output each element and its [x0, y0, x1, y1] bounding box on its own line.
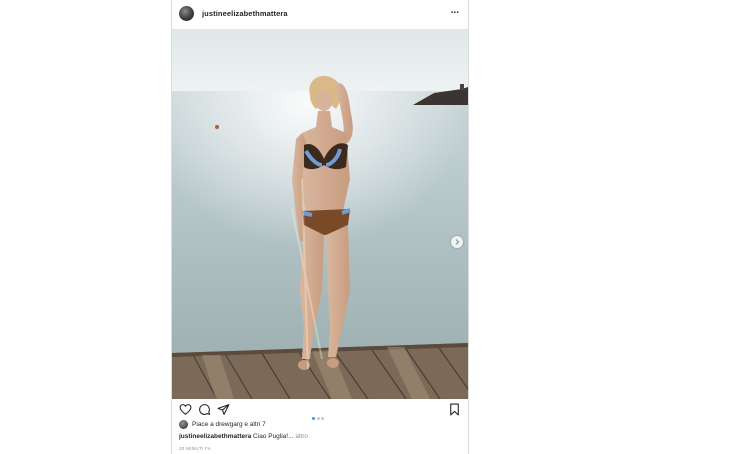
- post-timestamp[interactable]: 20 MINUTI FA: [179, 446, 211, 451]
- instagram-post: justineelizabethmattera ... Piace a drew…: [171, 0, 469, 454]
- likes-text[interactable]: Piace a drewgarg e altri 7: [192, 421, 266, 428]
- post-actions: [172, 401, 468, 420]
- carousel-dot: [312, 417, 315, 420]
- caption-username[interactable]: justineelizabethmattera: [179, 433, 251, 440]
- share-icon: [217, 404, 230, 415]
- caption-text: Ciao Puglia!...: [251, 433, 294, 440]
- beach-photo: [172, 29, 468, 399]
- post-caption: justineelizabethmattera Ciao Puglia!... …: [179, 433, 308, 440]
- ellipsis-icon[interactable]: ...: [451, 5, 459, 16]
- carousel-dot: [316, 417, 320, 420]
- post-photo[interactable]: [172, 29, 468, 399]
- comment-icon: [199, 404, 211, 415]
- bookmark-icon: [450, 403, 459, 416]
- carousel-dot: [321, 417, 324, 420]
- comment-button[interactable]: [198, 403, 211, 416]
- share-button[interactable]: [217, 403, 230, 416]
- carousel-dots: [312, 407, 326, 425]
- heart-icon: [179, 404, 192, 416]
- post-username[interactable]: justineelizabethmattera: [202, 9, 288, 18]
- chevron-right-icon: [455, 239, 460, 245]
- liker-avatar[interactable]: [179, 420, 188, 429]
- post-header: justineelizabethmattera ...: [172, 0, 468, 29]
- next-photo-button[interactable]: [451, 236, 463, 248]
- like-button[interactable]: [179, 403, 192, 416]
- avatar[interactable]: [179, 6, 194, 21]
- caption-more-link[interactable]: altro: [294, 433, 308, 440]
- save-button[interactable]: [448, 403, 461, 416]
